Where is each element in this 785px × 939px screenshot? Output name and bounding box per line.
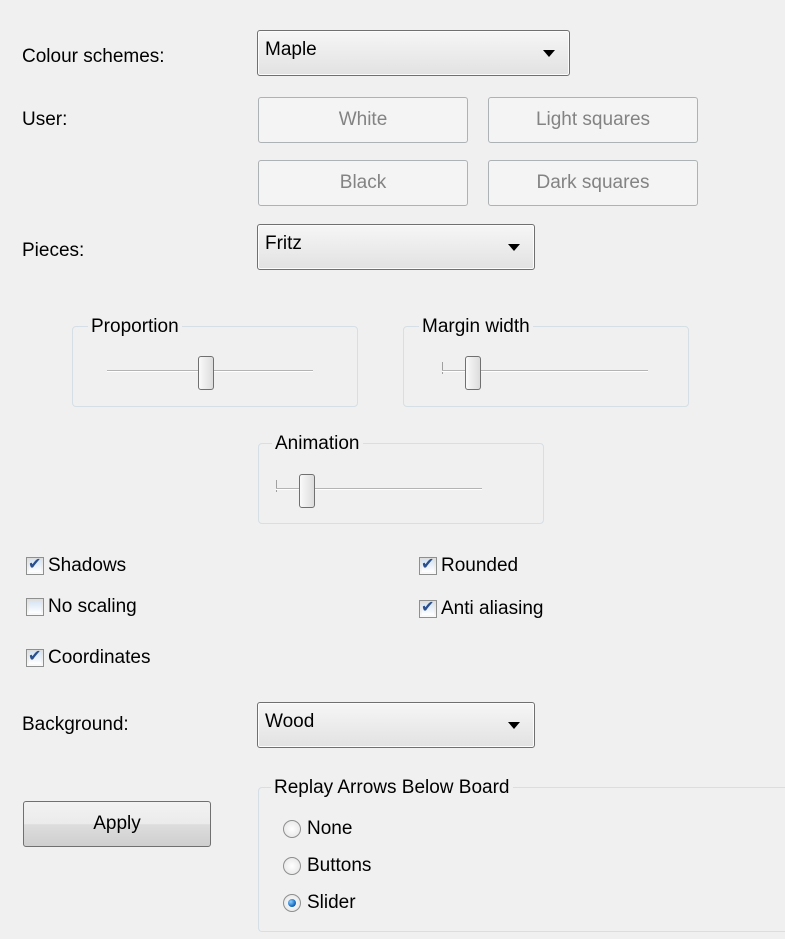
anti-aliasing-checkbox[interactable]: ✔ xyxy=(419,597,437,618)
background-value: Wood xyxy=(265,711,315,732)
radio-buttons-label: Buttons xyxy=(307,855,372,876)
margin-width-slider-thumb[interactable] xyxy=(464,356,481,390)
rounded-label: Rounded xyxy=(441,555,519,576)
rounded-checkbox[interactable]: ✔ xyxy=(419,554,437,575)
coordinates-checkbox[interactable]: ✔ xyxy=(26,646,44,667)
shadows-label: Shadows xyxy=(48,555,127,576)
checkmark-icon: ✔ xyxy=(28,646,42,665)
radio-none-label: None xyxy=(307,818,353,839)
margin-width-group xyxy=(403,326,689,407)
radio-none[interactable] xyxy=(283,820,301,838)
proportion-slider-thumb[interactable] xyxy=(197,356,214,390)
background-label: Background: xyxy=(22,714,129,735)
checkmark-icon: ✔ xyxy=(421,554,435,573)
black-button[interactable]: Black xyxy=(258,160,468,206)
animation-title: Animation xyxy=(272,433,363,455)
pieces-label: Pieces: xyxy=(22,240,85,261)
colour-schemes-label: Colour schemes: xyxy=(22,46,165,67)
checkmark-icon: ✔ xyxy=(28,554,42,573)
chevron-down-icon xyxy=(508,722,520,729)
pieces-dropdown[interactable]: Fritz xyxy=(257,224,535,270)
anti-aliasing-label: Anti aliasing xyxy=(441,598,544,619)
proportion-group xyxy=(72,326,358,407)
radio-selected-dot xyxy=(288,899,296,907)
margin-width-title: Margin width xyxy=(419,316,533,338)
chevron-down-icon xyxy=(543,50,555,57)
radio-slider[interactable] xyxy=(283,894,301,912)
animation-slider-thumb[interactable] xyxy=(298,474,315,508)
white-button[interactable]: White xyxy=(258,97,468,143)
checkmark-icon: ✔ xyxy=(421,597,435,616)
chevron-down-icon xyxy=(508,244,520,251)
margin-width-tick xyxy=(442,362,443,374)
light-squares-button[interactable]: Light squares xyxy=(488,97,698,143)
pieces-value: Fritz xyxy=(265,233,302,254)
coordinates-label: Coordinates xyxy=(48,647,151,668)
colour-scheme-dropdown[interactable]: Maple xyxy=(257,30,570,76)
user-label: User: xyxy=(22,109,68,130)
apply-button[interactable]: Apply xyxy=(23,801,211,847)
shadows-checkbox[interactable]: ✔ xyxy=(26,554,44,575)
proportion-title: Proportion xyxy=(88,316,182,338)
radio-buttons[interactable] xyxy=(283,857,301,875)
dark-squares-button[interactable]: Dark squares xyxy=(488,160,698,206)
animation-tick xyxy=(276,480,277,492)
replay-arrows-title: Replay Arrows Below Board xyxy=(271,777,513,799)
no-scaling-label: No scaling xyxy=(48,596,137,617)
background-dropdown[interactable]: Wood xyxy=(257,702,535,748)
colour-scheme-value: Maple xyxy=(265,39,317,60)
no-scaling-checkbox[interactable] xyxy=(26,598,44,616)
radio-slider-label: Slider xyxy=(307,892,356,913)
